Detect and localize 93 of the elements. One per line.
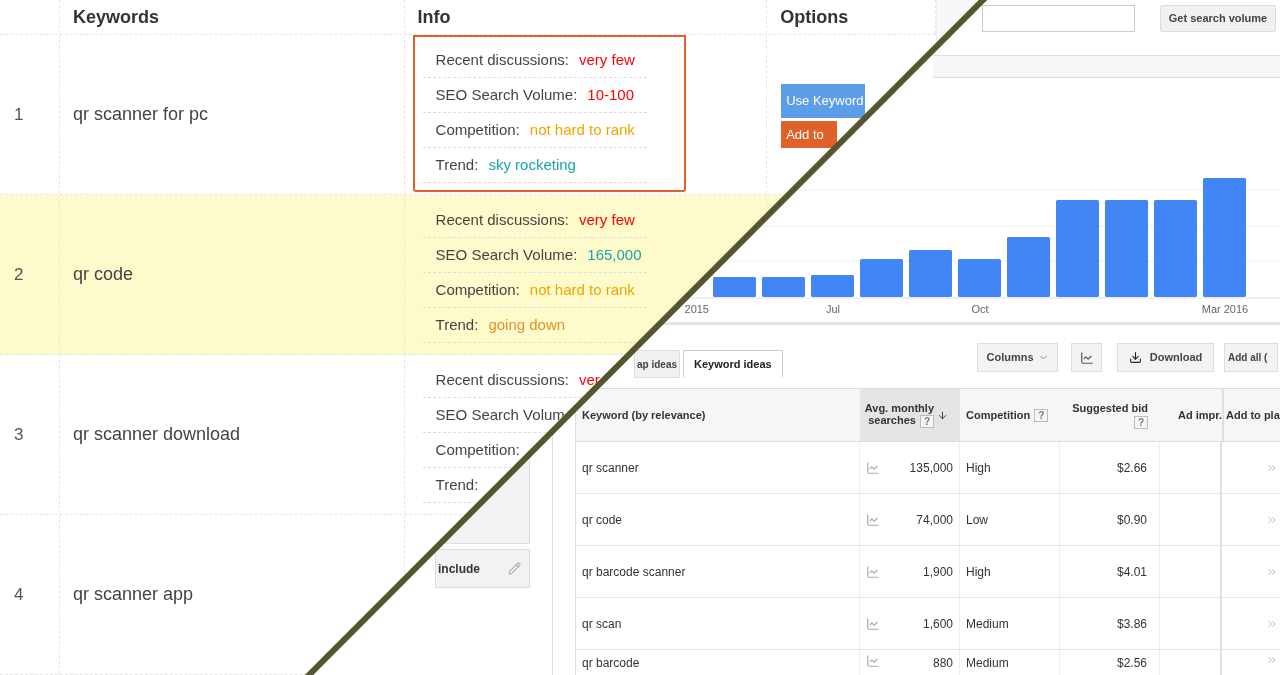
info-value: 165,000 [587,244,642,265]
column-header: Info [417,5,451,29]
bar [713,277,756,297]
info-label: Trend: [435,474,479,495]
bar [1007,237,1050,297]
info-label: Competition: [435,119,520,140]
info-value: very few [579,49,635,70]
info-label: Competition: [435,279,520,300]
column-header[interactable]: Ad impr. [1160,389,1222,441]
keyword-cell-text: qr code [582,511,623,529]
axis-label: 2015 [684,303,709,315]
row-number: 4 [14,583,24,606]
bid-cell-text: $3.86 [1116,615,1147,633]
keyword-cell-text: qr barcode scanner [582,563,686,581]
download-button[interactable]: Download [1117,343,1214,372]
competition-cell-text: Medium [966,655,1009,672]
download-icon [1128,351,1142,364]
column-header[interactable]: Suggested bid ? [1060,389,1160,441]
info-label: Recent discussions: [435,209,569,230]
column-header[interactable]: Avg. monthly searches ? [860,389,960,441]
include-panel[interactable]: include [435,549,530,588]
option-button[interactable]: Add to [781,121,838,148]
info-value: not hard to rank [529,119,635,140]
info-label: SEO Search Volume: [435,244,578,265]
bid-cell-text: $4.01 [1116,563,1147,581]
bar [909,250,952,297]
keyword-cell-text: qr barcode [582,655,640,672]
double-chevron-icon[interactable] [1266,654,1278,666]
info-label: Recent discussions: [435,369,569,390]
keyword-cell-text: qr scanner [582,459,639,477]
keyword-cell-text: qr scan [582,615,622,633]
keyword-text: qr scanner for pc [72,103,208,126]
bid-cell-text: $0.90 [1116,511,1147,529]
searches-cell-text: 135,000 [909,459,953,477]
trend-icon[interactable] [866,512,880,527]
keyword-text: qr scanner download [72,423,241,446]
get-search-volume-button[interactable]: Get search volume [1160,5,1276,32]
info-value: going down [488,314,566,335]
axis-label: Mar 2016 [1201,303,1249,315]
row-number: 3 [14,423,24,446]
info-label: Competition: [435,439,520,460]
trend-icon[interactable] [866,654,880,668]
help-icon[interactable]: ? [1034,409,1049,423]
column-header[interactable]: Add to pla [1222,389,1280,441]
keyword-text: qr code [72,263,133,286]
search-field[interactable] [982,5,1135,32]
competition-cell-text: High [966,563,991,581]
row-number: 1 [14,103,24,126]
trend-icon[interactable] [866,616,880,631]
competition-cell-text: Low [966,511,988,529]
chart-button[interactable] [1071,343,1102,372]
info-value: sky rocketing [488,154,576,175]
help-icon[interactable]: ? [919,414,934,428]
add-all-button[interactable]: Add all ( [1224,343,1278,372]
row-number: 2 [14,263,24,286]
tab[interactable]: Keyword ideas [683,350,783,378]
bar [860,259,903,297]
tab[interactable]: ap ideas [634,350,681,378]
bar [958,259,1001,297]
info-label: SEO Search Volume: [435,84,578,105]
info-value: not hard to rank [529,279,635,300]
column-header[interactable]: Keyword (by relevance) [582,408,706,422]
info-label: Trend: [435,154,479,175]
help-icon[interactable]: ? [1133,416,1148,430]
bid-cell-text: $2.56 [1116,655,1147,672]
bar [811,275,854,297]
column-header[interactable]: Competition ? [960,389,1060,441]
competition-cell-text: Medium [966,615,1009,633]
columns-button[interactable]: Columns [977,343,1058,372]
info-label: Recent discussions: [435,49,569,70]
axis-label: Jul [825,303,841,315]
column-header: Keywords [72,5,159,29]
bar [762,277,805,297]
trend-icon[interactable] [866,564,880,579]
competition-cell-text: High [966,459,991,477]
include-label: include [438,560,480,578]
info-value: ver [579,369,600,390]
searches-cell-text: 1,600 [922,615,953,633]
pencil-icon[interactable] [508,562,521,575]
info-label: SEO Search Volum [435,404,565,425]
searches-cell-text: 880 [932,655,953,672]
column-header: Options [780,5,849,29]
info-value: very few [579,209,635,230]
keyword-text: qr scanner app [72,583,194,606]
line-chart-icon [1079,350,1094,365]
bid-cell-text: $2.66 [1116,459,1147,477]
trend-icon[interactable] [866,460,880,475]
sort-arrow-icon [937,409,948,421]
searches-cell-text: 74,000 [916,511,953,529]
searches-cell-text: 1,900 [922,563,953,581]
info-value: 10-100 [587,84,635,105]
axis-label: Oct [971,303,989,315]
info-label: Trend: [435,314,479,335]
